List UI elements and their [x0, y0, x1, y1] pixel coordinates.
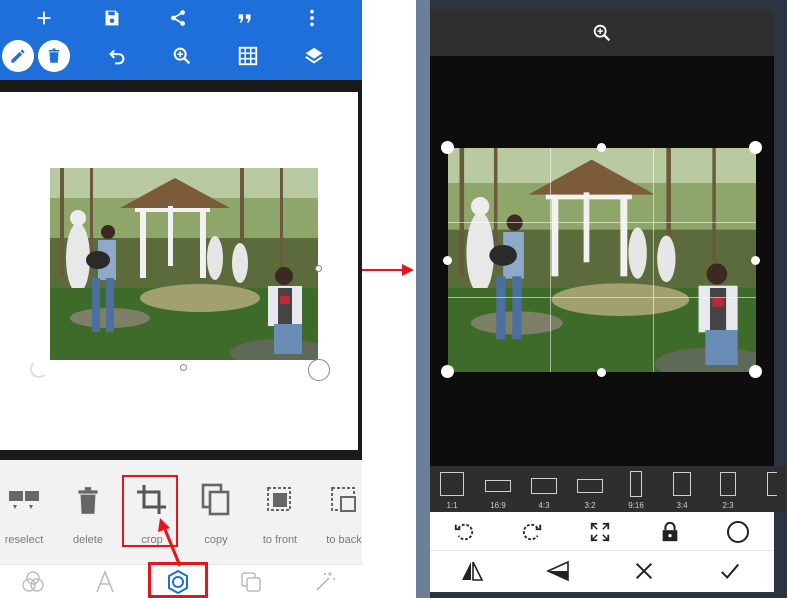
tool-label: reselect — [4, 534, 44, 546]
tool-label: delete — [73, 534, 103, 546]
zoom-in-icon[interactable] — [591, 22, 613, 44]
ratio-16-9[interactable]: 16:9 — [482, 470, 514, 510]
right-screen: 1:1 16:9 4:3 3:2 9:16 3:4 2:3 — [416, 0, 787, 598]
flip-horizontal-icon[interactable] — [458, 557, 486, 585]
tool-delete[interactable]: delete — [58, 480, 118, 560]
lock-icon[interactable] — [656, 518, 684, 546]
sticker-icon[interactable] — [236, 569, 266, 595]
ratio-label: 16:9 — [490, 501, 506, 510]
rotate-right-icon[interactable] — [518, 518, 546, 546]
ratio-shape — [577, 479, 603, 493]
ratio-4-3[interactable]: 4:3 — [528, 470, 560, 510]
ratio-label: 3:4 — [676, 501, 688, 510]
expand-icon[interactable] — [586, 518, 614, 546]
reselect-icon — [4, 480, 44, 520]
rotate-left-icon[interactable] — [450, 518, 478, 546]
crop-actions-bottom — [430, 550, 774, 592]
to-back-icon — [324, 480, 362, 520]
ratio-shape — [673, 472, 691, 496]
ratio-2-3[interactable]: 2:3 — [712, 470, 744, 510]
trash-icon[interactable] — [38, 40, 70, 72]
crop-highlight-box — [122, 475, 178, 547]
crop-edge-handle[interactable] — [597, 143, 606, 152]
ratio-label: 4:3 — [538, 501, 550, 510]
crop-edge-handle[interactable] — [751, 256, 760, 265]
crop-actions-top — [430, 512, 774, 550]
transition-arrow — [362, 264, 414, 276]
ratio-label: 3:2 — [584, 501, 596, 510]
crop-corner-handle[interactable] — [441, 365, 454, 378]
layers-icon[interactable] — [300, 42, 328, 70]
pencil-icon[interactable] — [2, 40, 34, 72]
ratio-label: 2:3 — [722, 501, 734, 510]
ratio-shape — [440, 472, 464, 496]
share-icon[interactable] — [164, 4, 192, 32]
rotate-handle[interactable] — [30, 360, 48, 378]
left-screen: reselect delete crop copy to front to ba… — [0, 0, 362, 598]
top-toolbar — [0, 0, 362, 80]
crop-grid-line — [653, 148, 654, 372]
to-front-icon — [260, 480, 300, 520]
grid-icon[interactable] — [234, 42, 262, 70]
text-icon[interactable] — [90, 569, 120, 595]
color-icon[interactable] — [18, 569, 48, 595]
crop-grid-line — [550, 148, 551, 372]
tool-row: reselect delete crop copy to front to ba… — [0, 460, 362, 564]
shape-highlight-box — [148, 562, 208, 598]
crop-corner-handle[interactable] — [749, 365, 762, 378]
photo-image — [448, 148, 756, 372]
crop-edge-handle[interactable] — [597, 368, 606, 377]
zoom-in-icon[interactable] — [168, 42, 196, 70]
ratio-shape — [485, 480, 511, 492]
crop-grid-line — [448, 297, 756, 298]
copy-icon — [196, 480, 236, 520]
trash-icon — [68, 480, 108, 520]
more-vert-icon[interactable] — [298, 4, 326, 32]
crop-image[interactable] — [448, 148, 756, 372]
ratio-9-16[interactable]: 9:16 — [620, 470, 652, 510]
save-icon[interactable] — [98, 4, 126, 32]
ratio-label: 9:16 — [628, 501, 644, 510]
tool-to-back[interactable]: to back — [314, 480, 362, 560]
crop-corner-handle[interactable] — [749, 141, 762, 154]
tool-to-front[interactable]: to front — [250, 480, 310, 560]
page — [0, 92, 358, 450]
flip-vertical-icon[interactable] — [544, 557, 572, 585]
ratio-shape — [630, 471, 642, 497]
undo-icon[interactable] — [103, 42, 131, 70]
ratio-3-2[interactable]: 3:2 — [574, 470, 606, 510]
divider — [0, 80, 362, 92]
ratio-more[interactable] — [762, 470, 782, 510]
ratio-shape — [720, 472, 736, 496]
tool-label: to back — [326, 534, 362, 546]
aspect-ratio-bar: 1:1 16:9 4:3 3:2 9:16 3:4 2:3 — [430, 466, 787, 512]
photo-image — [50, 168, 318, 360]
quote-icon[interactable] — [231, 4, 259, 32]
magic-icon[interactable] — [310, 569, 340, 595]
crop-grid-line — [448, 222, 756, 223]
cancel-icon[interactable] — [630, 557, 658, 585]
ratio-1-1[interactable]: 1:1 — [436, 470, 468, 510]
ratio-shape — [767, 472, 777, 496]
circle-icon[interactable] — [724, 518, 752, 546]
ratio-shape — [531, 478, 557, 494]
resize-handle-bottom[interactable] — [180, 364, 187, 371]
screen-edge — [416, 0, 430, 598]
crop-edge-handle[interactable] — [443, 256, 452, 265]
crop-corner-handle[interactable] — [441, 141, 454, 154]
tool-copy[interactable]: copy — [186, 480, 246, 560]
ratio-3-4[interactable]: 3:4 — [666, 470, 698, 510]
photo-layer[interactable] — [50, 168, 318, 360]
tool-label: to front — [262, 534, 298, 546]
crop-header — [430, 10, 774, 56]
tool-label: copy — [204, 534, 228, 546]
add-icon[interactable] — [30, 4, 58, 32]
ratio-label: 1:1 — [446, 501, 458, 510]
resize-handle-right[interactable] — [315, 265, 322, 272]
confirm-icon[interactable] — [716, 557, 744, 585]
tool-reselect[interactable]: reselect — [0, 480, 54, 560]
scale-handle[interactable] — [308, 359, 330, 381]
editor-canvas[interactable] — [0, 92, 362, 460]
